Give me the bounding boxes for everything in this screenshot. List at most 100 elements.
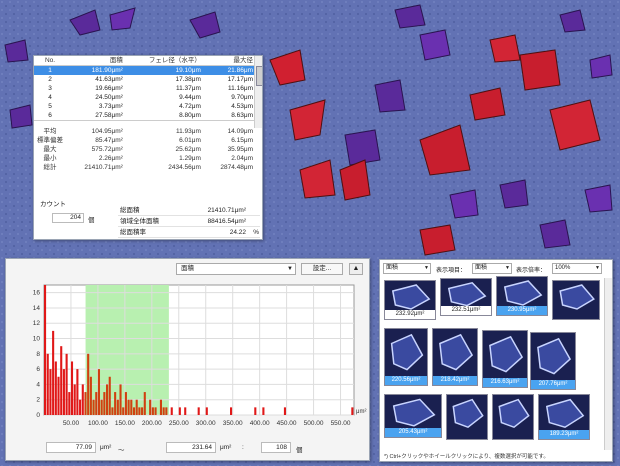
measurement-table: No. 面積 フェレ径（水平） 最大径 1 181.90μm² 19.10μm 21.… — [34, 56, 256, 172]
particle-thumbnail[interactable] — [492, 394, 534, 440]
particle-image — [452, 398, 484, 429]
particle-thumbnail[interactable]: 230.95μm² — [496, 276, 548, 316]
summary-key: 総面積率 — [120, 229, 146, 236]
histogram-bar — [283, 407, 287, 415]
stat-max: 2874.48μm — [220, 163, 253, 171]
particle-thumbnail[interactable]: 189.23μm² — [538, 394, 590, 440]
range-separator: ～ — [118, 447, 125, 454]
stat-area: 104.95μm² — [91, 127, 123, 135]
cell-no: 2 — [48, 76, 52, 83]
histogram-bar — [254, 407, 257, 415]
thumbnail-caption: 220.56μm² — [385, 376, 427, 385]
histogram-bar — [65, 353, 68, 415]
histogram-bar — [95, 392, 98, 415]
stat-row: 最小 2.26μm² 1.29μm 2.04μm — [34, 154, 256, 163]
x-tick-label: 350.00 — [223, 420, 243, 427]
zoom-select[interactable]: 100% ▼ — [552, 263, 602, 274]
particle-thumbnail[interactable]: 205.43μm² — [384, 394, 442, 438]
histogram-bar — [62, 369, 65, 415]
table-row[interactable]: 6 27.58μm² 8.80μm 8.63μm — [34, 111, 256, 121]
col-header-max[interactable]: 最大径 — [203, 56, 256, 66]
particle-thumbnail[interactable]: 207.76μm² — [530, 332, 576, 390]
range-to-field[interactable]: 231.64 — [166, 442, 216, 453]
stat-row: 最大 575.72μm² 25.62μm 35.95μm — [34, 145, 256, 154]
histogram-bar — [116, 399, 119, 415]
x-unit-label: μm² — [356, 409, 366, 415]
stat-area: 85.47μm² — [95, 136, 123, 144]
histogram-bar — [84, 392, 87, 415]
histogram-bar — [92, 399, 95, 415]
histogram-bar — [178, 407, 181, 415]
histogram-bar — [44, 285, 47, 415]
y-tick-label: 16 — [33, 290, 41, 297]
col-header-feret[interactable]: フェレ径（水平） — [125, 56, 204, 66]
histogram-bar — [73, 384, 76, 415]
histogram-item-select[interactable]: 面積 ▼ — [176, 263, 296, 275]
histogram-bar — [149, 399, 152, 415]
table-row[interactable]: 3 19.66μm² 11.37μm 11.16μm — [34, 84, 256, 93]
histogram-bar — [154, 407, 157, 415]
summary-row-total-area: 総面積 21410.71μm² — [118, 206, 260, 216]
cell-feret: 4.72μm — [179, 103, 201, 110]
stat-max: 6.15μm — [231, 136, 253, 144]
zoom-label: 表示倍率： — [516, 268, 547, 274]
table-row[interactable]: 1 181.90μm² 19.10μm 21.86μm — [34, 65, 256, 75]
y-tick-label: 0 — [36, 412, 40, 419]
particle-thumbnail[interactable] — [552, 280, 600, 320]
stat-row: 標準偏差 85.47μm² 6.01μm 6.15μm — [34, 136, 256, 145]
cell-max: 4.53μm — [231, 103, 253, 110]
particle-thumbnail[interactable]: 232.92μm² — [384, 280, 436, 320]
histogram-chart[interactable]: 0 2 4 6 8 10 12 14 16 50.00 100.00 150.00 200.00 250.… — [6, 277, 371, 437]
histogram-bar — [81, 384, 84, 415]
thumbnail-gallery: 面積 ▼ 表示項目： 面積 ▼ 表示倍率： 100% ▼ 232.92μm² 232.5… — [379, 259, 613, 462]
thumbnail-caption: 207.76μm² — [531, 380, 575, 389]
particle-thumbnail[interactable] — [446, 394, 488, 440]
chevron-down-icon: ▼ — [505, 265, 510, 271]
histogram-bar — [197, 407, 200, 415]
particle-thumbnail[interactable]: 218.42μm² — [432, 328, 478, 386]
histogram-bar — [111, 407, 114, 415]
display-value: 面積 — [475, 265, 488, 271]
particle-thumbnail[interactable]: 216.63μm² — [482, 330, 528, 388]
cell-max: 9.70μm — [231, 94, 253, 101]
histogram-bar — [79, 399, 82, 415]
settings-button[interactable]: 設定... — [301, 263, 343, 275]
histogram-item-value: 面積 — [181, 265, 194, 272]
table-row[interactable]: 5 3.73μm² 4.72μm 4.53μm — [34, 102, 256, 111]
histogram-bar — [60, 346, 63, 415]
col-header-no[interactable]: No. — [34, 56, 66, 66]
histogram-bar — [119, 384, 122, 415]
particle-thumbnail[interactable]: 220.56μm² — [384, 328, 428, 386]
cell-area: 181.90μm² — [66, 65, 126, 75]
thumbnail-caption: 232.51μm² — [441, 306, 491, 315]
range-from-field[interactable]: 77.09 — [46, 442, 96, 453]
stat-feret: 25.62μm — [175, 145, 201, 153]
x-tick-label: 450.00 — [277, 420, 297, 427]
histogram-bar — [135, 399, 138, 415]
table-row[interactable]: 2 41.63μm² 17.38μm 17.17μm — [34, 75, 256, 84]
display-select[interactable]: 面積 ▼ — [472, 263, 512, 274]
stat-feret: 2434.56μm — [168, 163, 201, 171]
summary-unit: % — [253, 229, 259, 236]
cell-no: 1 — [34, 65, 66, 75]
particle-thumbnail[interactable]: 232.51μm² — [440, 278, 492, 316]
stat-feret: 1.29μm — [179, 154, 201, 162]
gallery-item-select[interactable]: 面積 ▼ — [383, 263, 431, 274]
histogram-bar — [124, 392, 127, 415]
table-row[interactable]: 4 24.50μm² 9.44μm 9.70μm — [34, 93, 256, 102]
table-scrollbar[interactable] — [254, 56, 262, 128]
cell-no: 4 — [48, 94, 52, 101]
col-header-area[interactable]: 面積 — [66, 56, 126, 66]
cell-no: 6 — [48, 112, 52, 119]
scrollbar-thumb[interactable] — [256, 66, 262, 86]
gallery-scrollbar[interactable] — [604, 278, 612, 450]
thumbnail-caption: 216.63μm² — [483, 378, 527, 387]
y-tick-label: 6 — [36, 366, 40, 373]
histogram-panel: 面積 ▼ 設定... ▲ 0 2 4 6 8 10 12 14 16 50.00 100.00 150… — [5, 258, 370, 461]
collapse-button[interactable]: ▲ — [349, 263, 363, 275]
histogram-bar — [106, 384, 109, 415]
histogram-bar — [162, 407, 165, 415]
cell-area: 24.50μm² — [95, 94, 123, 101]
histogram-bar — [108, 376, 111, 415]
x-tick-label: 500.00 — [304, 420, 324, 427]
